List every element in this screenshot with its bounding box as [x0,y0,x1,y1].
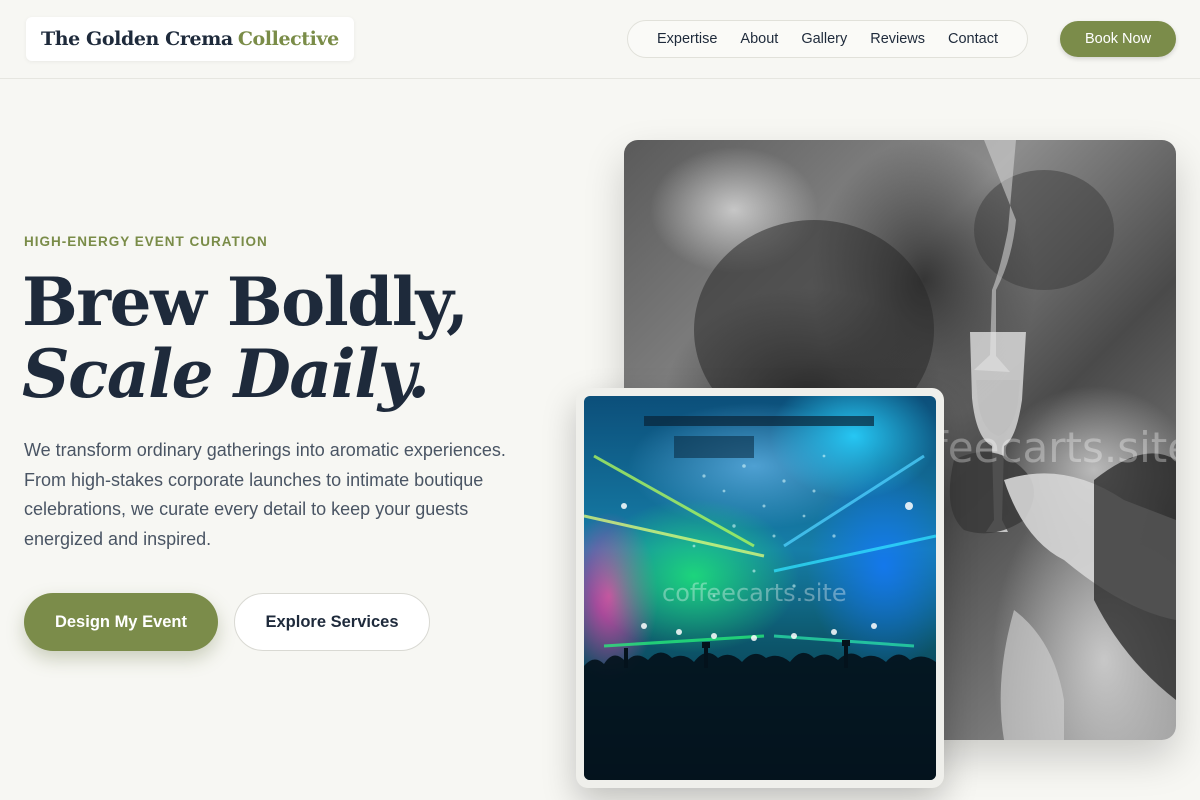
hero-eyebrow: HIGH-ENERGY EVENT CURATION [24,234,268,249]
nav-item-expertise[interactable]: Expertise [657,31,717,47]
nav-item-contact[interactable]: Contact [948,31,998,47]
hero-headline-line2: Scale Daily. [22,335,430,413]
hero-description: We transform ordinary gatherings into ar… [24,440,506,549]
concert-photo-card: coffeecarts.site [576,388,944,788]
nav-item-about[interactable]: About [740,31,778,47]
hero-headline-line1: Brew Boldly, [22,263,469,341]
brand-name-accent: Collective [237,28,339,50]
concert-stage-photo: coffeecarts.site [584,396,936,780]
site-header: The Golden Crema Collective Expertise Ab… [0,0,1200,79]
hero-headline: Brew Boldly, Scale Daily. [22,263,469,413]
nav-item-reviews[interactable]: Reviews [870,31,925,47]
brand-name-main: The Golden Crema [41,28,233,50]
main-nav: Expertise About Gallery Reviews Contact [627,20,1028,58]
nav-item-gallery[interactable]: Gallery [801,31,847,47]
design-my-event-button[interactable]: Design My Event [24,593,218,651]
book-now-button[interactable]: Book Now [1060,21,1176,57]
explore-services-button[interactable]: Explore Services [234,593,430,651]
brand-logo[interactable]: The Golden Crema Collective [26,17,354,61]
front-photo-watermark: coffeecarts.site [662,579,847,607]
